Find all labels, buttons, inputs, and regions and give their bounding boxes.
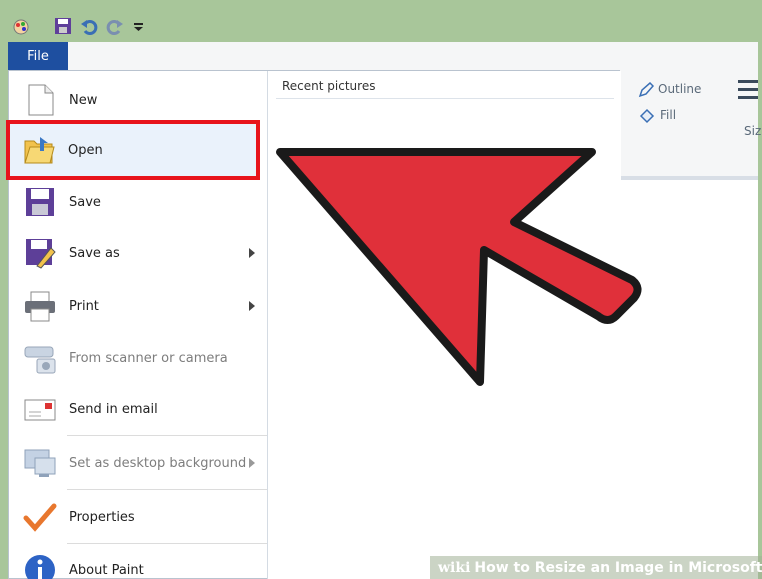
quick-access-toolbar: [8, 8, 758, 42]
watermark-text: How to Resize an Image in Microsoft Pain…: [474, 559, 762, 576]
menu-item-label: Properties: [69, 509, 135, 525]
paint-app-icon: [12, 17, 30, 35]
submenu-arrow-icon: [249, 458, 255, 468]
outline-button[interactable]: Outline: [658, 82, 701, 96]
open-folder-icon: [22, 133, 56, 167]
menu-item-desktop-background[interactable]: Set as desktop background: [9, 438, 267, 488]
menu-item-label: Print: [69, 298, 99, 314]
new-document-icon: [23, 83, 57, 117]
email-icon: [23, 392, 57, 426]
menu-item-new[interactable]: New: [9, 75, 267, 125]
fill-button[interactable]: Fill: [660, 108, 676, 122]
scanner-icon: [23, 341, 57, 375]
checkmark-icon: [23, 500, 57, 534]
fill-bucket-icon: [638, 108, 656, 128]
menu-item-label: About Paint: [69, 562, 144, 578]
menu-item-save-as[interactable]: Save as: [9, 228, 267, 278]
submenu-arrow-icon: [249, 248, 255, 258]
menu-separator: [67, 435, 267, 436]
menu-item-label: From scanner or camera: [69, 350, 228, 366]
ribbon-tab-bar: [8, 42, 758, 70]
menu-item-save[interactable]: Save: [9, 177, 267, 227]
submenu-arrow-icon: [249, 301, 255, 311]
desktop-icon: [23, 446, 57, 480]
size-lines-icon: [738, 80, 758, 83]
menu-item-send-email[interactable]: Send in email: [9, 384, 267, 434]
menu-item-from-scanner[interactable]: From scanner or camera: [9, 333, 267, 383]
wikihow-watermark: wiki How to Resize an Image in Microsoft…: [430, 556, 762, 579]
menu-item-about[interactable]: About Paint: [9, 545, 267, 579]
menu-item-print[interactable]: Print: [9, 281, 267, 331]
menu-separator: [67, 489, 267, 490]
customize-toolbar-icon[interactable]: [130, 17, 148, 35]
menu-item-open-highlighted[interactable]: Open: [8, 125, 258, 175]
menu-item-label: New: [69, 92, 98, 108]
size-lines-icon-2: [738, 88, 758, 91]
save-icon[interactable]: [54, 17, 72, 35]
watermark-brand: wiki: [438, 559, 471, 576]
outline-pen-icon: [638, 81, 655, 102]
redo-icon[interactable]: [106, 17, 124, 35]
recent-pictures-title: Recent pictures: [282, 79, 376, 93]
printer-icon: [23, 289, 57, 323]
floppy-disk-icon: [23, 185, 57, 219]
menu-item-label: Set as desktop background: [69, 455, 247, 471]
menu-separator: [67, 543, 267, 544]
info-icon: [23, 553, 57, 579]
menu-item-label: Save as: [69, 245, 120, 261]
menu-item-label: Save: [69, 194, 101, 210]
recent-divider: [276, 98, 614, 99]
file-tab[interactable]: File: [8, 42, 68, 70]
annotation-arrow-icon: [276, 148, 642, 386]
undo-icon[interactable]: [80, 17, 98, 35]
menu-item-label: Open: [68, 142, 103, 158]
menu-item-label: Send in email: [69, 401, 158, 417]
size-lines-icon-3: [738, 96, 758, 99]
save-as-icon: [23, 236, 57, 270]
menu-item-properties[interactable]: Properties: [9, 492, 267, 542]
size-button[interactable]: Siz: [744, 124, 761, 138]
